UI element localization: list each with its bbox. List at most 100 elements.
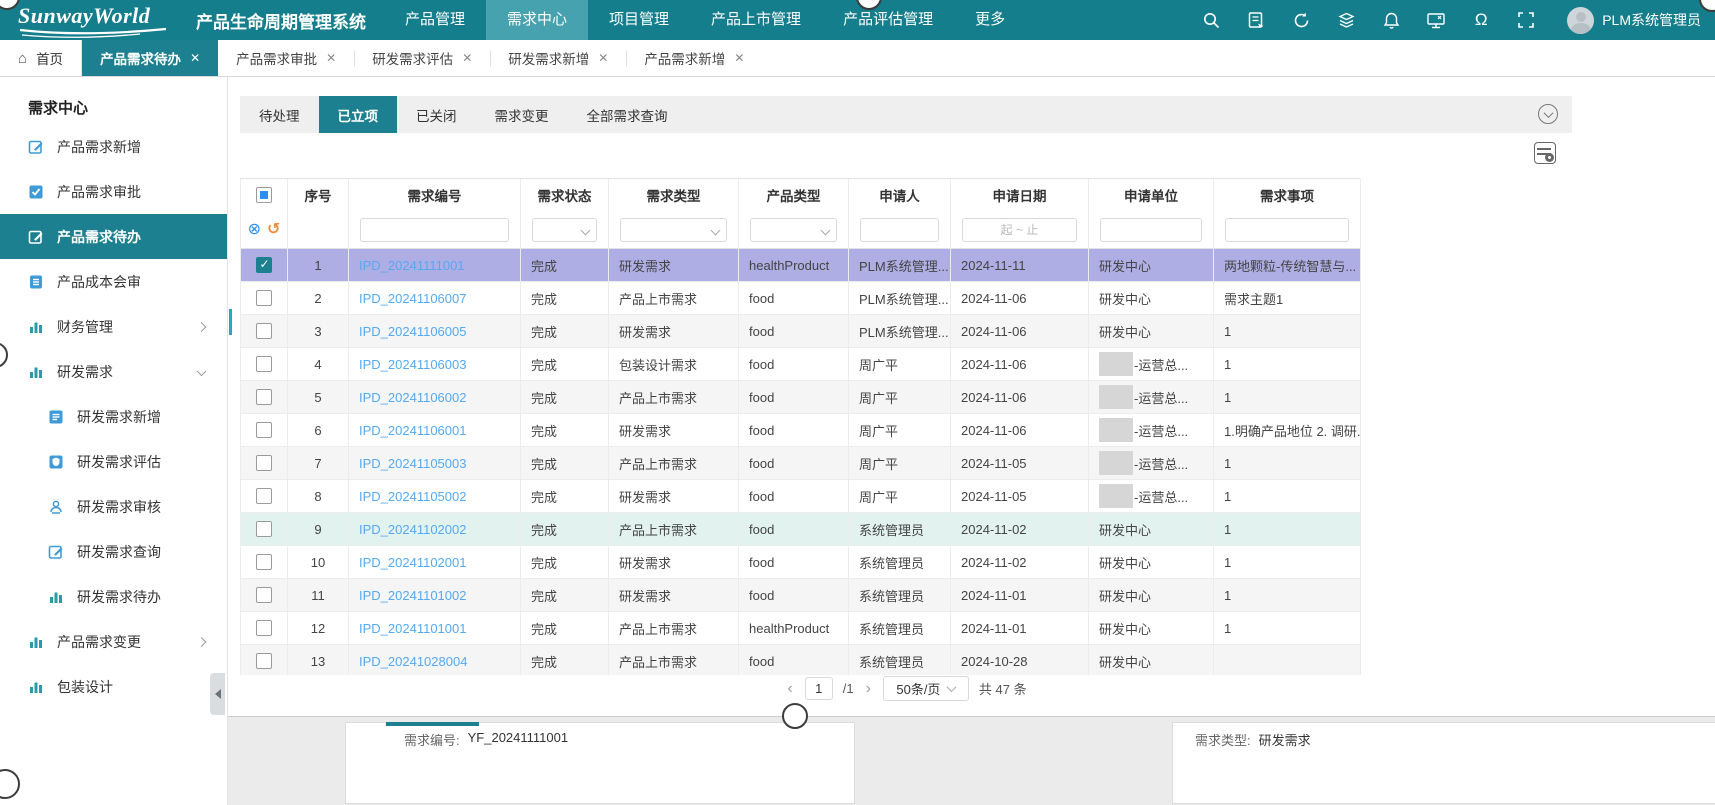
req-no-link[interactable]: IPD_20241102002 (349, 513, 521, 546)
table-row[interactable]: 12IPD_20241101001完成产品上市需求healthProduct系统… (241, 612, 1360, 645)
req-type-filter-select[interactable] (620, 218, 727, 242)
status-filter-select[interactable] (532, 218, 597, 242)
unit-filter-input[interactable] (1100, 218, 1202, 242)
monitor-edit-icon[interactable] (1426, 10, 1446, 30)
req-no-filter-input[interactable] (360, 218, 509, 242)
item-filter-input[interactable] (1225, 218, 1349, 242)
date-range-filter-input[interactable] (962, 218, 1077, 242)
table-settings-icon[interactable] (1534, 142, 1556, 164)
row-checkbox[interactable] (256, 356, 272, 372)
search-icon[interactable] (1201, 10, 1221, 30)
nav-item-requirement-center[interactable]: 需求中心 (486, 0, 588, 40)
tab-pending[interactable]: 待处理 (240, 96, 319, 133)
table-row[interactable]: 13IPD_20241028004完成产品上市需求food系统管理员2024-1… (241, 645, 1360, 678)
reset-filter-icon[interactable]: ↺ (267, 222, 280, 238)
table-row[interactable]: 7IPD_20241105003完成产品上市需求food周广平2024-11-0… (241, 447, 1360, 480)
sidebar-item-package-design[interactable]: 包装设计 (0, 664, 227, 709)
table-row[interactable]: 11IPD_20241101002完成研发需求food系统管理员2024-11-… (241, 579, 1360, 612)
close-icon[interactable]: ✕ (190, 51, 200, 65)
sidebar-item-product-req-change[interactable]: 产品需求变更 (0, 619, 227, 664)
req-no-link[interactable]: IPD_20241106007 (349, 282, 521, 315)
req-no-link[interactable]: IPD_20241105002 (349, 480, 521, 513)
table-row[interactable]: 5IPD_20241106002完成产品上市需求food周广平2024-11-0… (241, 381, 1360, 414)
select-all-checkbox[interactable] (256, 187, 272, 203)
tab-rd-req-evaluation[interactable]: 研发需求评估 ✕ (354, 40, 490, 76)
req-no-link[interactable]: IPD_20241106001 (349, 414, 521, 447)
sidebar-item-product-req-todo[interactable]: 产品需求待办 (0, 214, 227, 259)
tab-req-change[interactable]: 需求变更 (476, 96, 568, 133)
table-row[interactable]: 2IPD_20241106007完成产品上市需求foodPLM系统管理...20… (241, 282, 1360, 315)
prev-page-icon[interactable]: ‹ (785, 680, 794, 698)
table-row[interactable]: 6IPD_20241106001完成研发需求food周广平2024-11-06-… (241, 414, 1360, 447)
tab-rd-req-new[interactable]: 研发需求新增 ✕ (490, 40, 626, 76)
sidebar-item-rd-req-new[interactable]: 研发需求新增 (0, 394, 227, 439)
sidebar-item-rd-req-evaluation[interactable]: 研发需求评估 (0, 439, 227, 484)
sidebar-collapse-handle[interactable] (210, 673, 225, 715)
next-page-icon[interactable]: › (864, 680, 873, 698)
nav-item-evaluation-mgmt[interactable]: 产品评估管理 (822, 0, 954, 40)
row-checkbox[interactable] (256, 653, 272, 669)
row-checkbox[interactable] (256, 257, 272, 273)
table-row[interactable]: 8IPD_20241105002完成研发需求food周广平2024-11-05-… (241, 480, 1360, 513)
row-checkbox[interactable] (256, 554, 272, 570)
sidebar-item-finance-mgmt[interactable]: 财务管理 (0, 304, 227, 349)
close-icon[interactable]: ✕ (734, 51, 744, 65)
omega-icon[interactable]: Ω (1471, 10, 1491, 30)
table-row[interactable]: 4IPD_20241106003完成包装设计需求food周广平2024-11-0… (241, 348, 1360, 381)
layers-icon[interactable] (1336, 10, 1356, 30)
collapse-panel-icon[interactable] (1538, 104, 1558, 124)
req-no-link[interactable]: IPD_20241102001 (349, 546, 521, 579)
sidebar-item-product-req-approval[interactable]: 产品需求审批 (0, 169, 227, 214)
sidebar-item-rd-requirement[interactable]: 研发需求 (0, 349, 227, 394)
tab-approved-projects[interactable]: 已立项 (319, 96, 398, 133)
prod-type-filter-select[interactable] (750, 218, 837, 242)
req-no-link[interactable]: IPD_20241105003 (349, 447, 521, 480)
row-checkbox[interactable] (256, 389, 272, 405)
tab-product-req-todo[interactable]: 产品需求待办 ✕ (82, 40, 218, 76)
row-checkbox[interactable] (256, 488, 272, 504)
tab-closed[interactable]: 已关闭 (397, 96, 476, 133)
table-row[interactable]: 9IPD_20241102002完成产品上市需求food系统管理员2024-11… (241, 513, 1360, 546)
req-no-link[interactable]: IPD_20241101001 (349, 612, 521, 645)
row-checkbox[interactable] (256, 620, 272, 636)
table-row[interactable]: 1IPD_20241111001完成研发需求healthProductPLM系统… (241, 249, 1360, 282)
table-row[interactable]: 10IPD_20241102001完成研发需求food系统管理员2024-11-… (241, 546, 1360, 579)
refresh-icon[interactable] (1291, 10, 1311, 30)
clear-selection-icon[interactable]: ⊗ (248, 222, 261, 238)
tab-product-req-new[interactable]: 产品需求新增 ✕ (626, 40, 762, 76)
req-no-link[interactable]: IPD_20241106002 (349, 381, 521, 414)
req-no-link[interactable]: IPD_20241028004 (349, 645, 521, 678)
close-icon[interactable]: ✕ (598, 51, 608, 65)
row-checkbox[interactable] (256, 521, 272, 537)
form-icon[interactable] (1246, 10, 1266, 30)
req-no-link[interactable]: IPD_20241106005 (349, 315, 521, 348)
user-box[interactable]: PLM系统管理员 (1567, 7, 1701, 34)
nav-item-project-mgmt[interactable]: 项目管理 (588, 0, 690, 40)
row-checkbox[interactable] (256, 455, 272, 471)
table-row[interactable]: 3IPD_20241106005完成研发需求foodPLM系统管理...2024… (241, 315, 1360, 348)
divider-drag-handle[interactable] (782, 703, 808, 729)
row-checkbox[interactable] (256, 290, 272, 306)
req-no-link[interactable]: IPD_20241101002 (349, 579, 521, 612)
req-no-link[interactable]: IPD_20241106003 (349, 348, 521, 381)
close-icon[interactable]: ✕ (462, 51, 472, 65)
sidebar-item-rd-req-todo[interactable]: 研发需求待办 (0, 574, 227, 619)
sidebar-item-rd-req-query[interactable]: 研发需求查询 (0, 529, 227, 574)
close-icon[interactable]: ✕ (326, 51, 336, 65)
nav-item-product-mgmt[interactable]: 产品管理 (384, 0, 486, 40)
sidebar-item-product-cost-review[interactable]: 产品成本会审 (0, 259, 227, 304)
sidebar-item-product-req-new[interactable]: 产品需求新增 (0, 124, 227, 169)
tab-all-req-query[interactable]: 全部需求查询 (568, 96, 687, 133)
row-checkbox[interactable] (256, 323, 272, 339)
row-checkbox[interactable] (256, 422, 272, 438)
sidebar-item-rd-req-audit[interactable]: 研发需求审核 (0, 484, 227, 529)
row-checkbox[interactable] (256, 587, 272, 603)
nav-item-more[interactable]: 更多 (954, 0, 1026, 40)
fullscreen-icon[interactable] (1516, 10, 1536, 30)
bell-icon[interactable] (1381, 10, 1401, 30)
tab-home[interactable]: ⌂ 首页 (0, 40, 82, 76)
current-page-box[interactable]: 1 (805, 677, 833, 700)
nav-item-launch-mgmt[interactable]: 产品上市管理 (690, 0, 822, 40)
req-no-link[interactable]: IPD_20241111001 (349, 249, 521, 282)
applicant-filter-input[interactable] (860, 218, 939, 242)
